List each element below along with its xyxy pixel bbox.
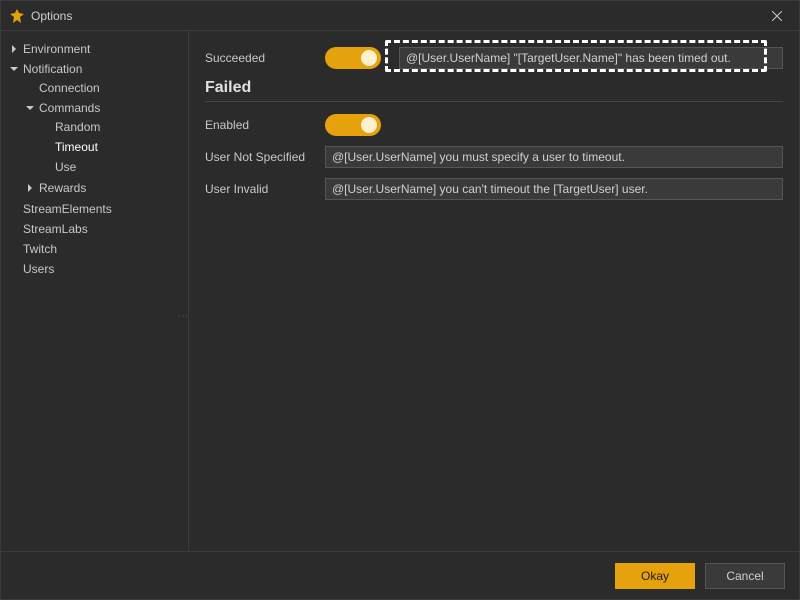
tree-item-streamlabs[interactable]: StreamLabs — [9, 219, 184, 239]
footer: Okay Cancel — [1, 551, 799, 599]
cancel-button[interactable]: Cancel — [705, 563, 785, 589]
splitter-handle[interactable]: ⋮ — [177, 311, 188, 322]
succeeded-row: Succeeded — [205, 47, 783, 69]
window-title: Options — [31, 9, 72, 23]
chevron-right-icon — [25, 183, 35, 193]
app-icon — [9, 8, 25, 24]
sidebar: Environment Notification — [1, 31, 189, 551]
user-invalid-input[interactable] — [325, 178, 783, 200]
divider — [205, 101, 783, 102]
user-not-specified-row: User Not Specified — [205, 146, 783, 168]
succeeded-input[interactable] — [399, 47, 783, 69]
tree-item-commands[interactable]: Commands Random — [25, 98, 184, 178]
tree-item-use[interactable]: Use — [41, 157, 184, 177]
user-invalid-row: User Invalid — [205, 178, 783, 200]
succeeded-label: Succeeded — [205, 51, 325, 65]
user-invalid-label: User Invalid — [205, 182, 325, 196]
chevron-right-icon — [9, 44, 19, 54]
enabled-row: Enabled — [205, 114, 783, 136]
chevron-down-icon — [9, 64, 19, 74]
tree-item-environment[interactable]: Environment — [9, 39, 184, 59]
succeeded-toggle[interactable] — [325, 47, 381, 69]
tree-item-twitch[interactable]: Twitch — [9, 239, 184, 259]
close-button[interactable] — [755, 1, 799, 31]
tree-item-random[interactable]: Random — [41, 117, 184, 137]
toggle-knob — [361, 117, 377, 133]
toggle-knob — [361, 50, 377, 66]
enabled-toggle[interactable] — [325, 114, 381, 136]
tree-item-notification[interactable]: Notification Connection — [9, 59, 184, 199]
user-not-specified-input[interactable] — [325, 146, 783, 168]
tree-item-users[interactable]: Users — [9, 259, 184, 279]
tree-item-rewards[interactable]: Rewards — [25, 178, 184, 198]
dialog-body: Environment Notification — [1, 31, 799, 551]
ok-button[interactable]: Okay — [615, 563, 695, 589]
close-icon — [772, 11, 782, 21]
tree-item-timeout[interactable]: Timeout — [41, 137, 184, 157]
user-not-specified-label: User Not Specified — [205, 150, 325, 164]
failed-section-title: Failed — [205, 79, 783, 97]
content-pane: Succeeded Failed Enabled — [189, 31, 799, 551]
tree-item-connection[interactable]: Connection — [25, 78, 184, 98]
chevron-down-icon — [25, 103, 35, 113]
options-window: Options Environment — [0, 0, 800, 600]
tree-item-streamelements[interactable]: StreamElements — [9, 199, 184, 219]
nav-tree: Environment Notification — [9, 39, 184, 279]
enabled-label: Enabled — [205, 118, 325, 132]
titlebar: Options — [1, 1, 799, 31]
